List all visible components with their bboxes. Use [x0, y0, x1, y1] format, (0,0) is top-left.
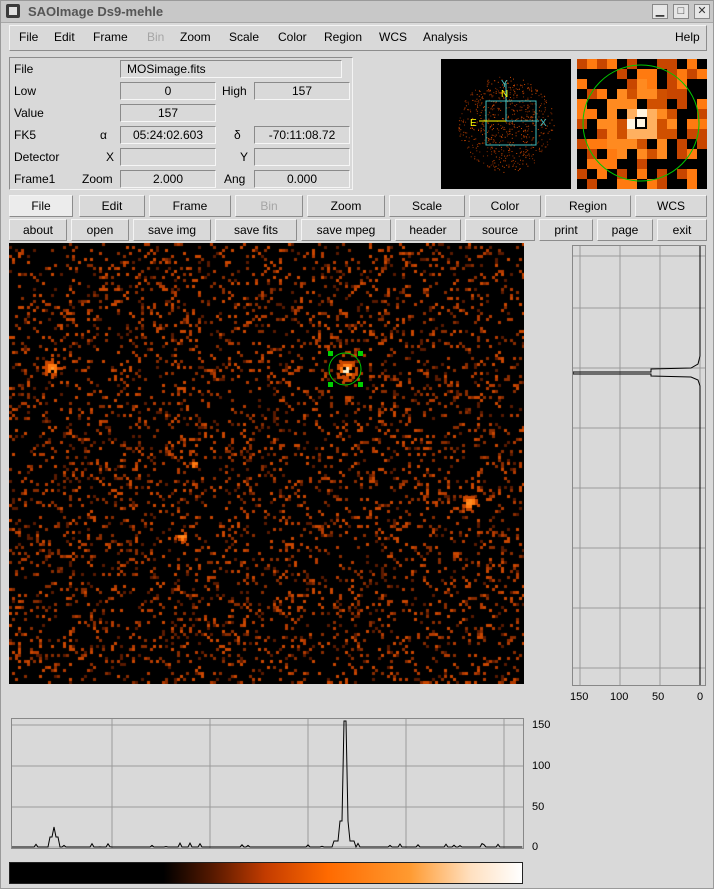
magnifier [577, 59, 707, 189]
vgraph-tick: 100 [610, 691, 629, 703]
menu-frame[interactable]: Frame [93, 30, 128, 44]
vertical-cut-line [572, 246, 701, 685]
button-bar-bottom: about open save img save fits save mpeg … [9, 219, 707, 241]
button-scale[interactable]: Scale [389, 195, 465, 217]
panner-y-label: Y [501, 79, 508, 90]
high-field: 157 [254, 82, 350, 100]
menu-zoom[interactable]: Zoom [180, 30, 211, 44]
image-canvas[interactable] [9, 243, 524, 684]
menu-bar: File Edit Frame Bin Zoom Scale Color Reg… [9, 25, 707, 51]
low-field: 0 [120, 82, 216, 100]
button-open[interactable]: open [71, 219, 129, 241]
region-circle[interactable] [328, 352, 362, 386]
zoom-field: 2.000 [120, 170, 216, 188]
panner-north-label: N [501, 89, 508, 100]
hgraph-tick: 0 [532, 841, 539, 853]
menu-region[interactable]: Region [324, 30, 362, 44]
magnifier-image [577, 59, 707, 189]
delta-field: -70:11:08.72 [254, 126, 350, 144]
info-panel: File MOSimage.fits Low 0 High 157 Value … [9, 57, 353, 190]
button-zoom[interactable]: Zoom [307, 195, 385, 217]
frame-label: Frame1 [14, 172, 56, 186]
region-handle[interactable] [358, 382, 363, 387]
button-header[interactable]: header [395, 219, 461, 241]
button-frame[interactable]: Frame [149, 195, 231, 217]
value-field: 157 [120, 104, 216, 122]
fk5-label: FK5 [14, 128, 37, 142]
button-exit[interactable]: exit [657, 219, 707, 241]
vgraph-tick: 50 [652, 691, 665, 703]
panner-x-label: X [540, 118, 547, 129]
region-handle[interactable] [328, 382, 333, 387]
button-about[interactable]: about [9, 219, 67, 241]
menu-bin[interactable]: Bin [147, 30, 164, 44]
button-file[interactable]: File [9, 195, 73, 217]
value-label: Value [14, 106, 44, 120]
ang-label: Ang [224, 172, 246, 186]
vgraph-tick: 0 [697, 691, 704, 703]
button-save-mpeg[interactable]: save mpeg [301, 219, 391, 241]
button-save-fits[interactable]: save fits [215, 219, 297, 241]
window-title: SAOImage Ds9-mehle [28, 4, 164, 19]
button-edit[interactable]: Edit [79, 195, 145, 217]
panner-view-box[interactable] [485, 100, 537, 146]
horizontal-graph-plot [12, 719, 523, 849]
title-bar[interactable]: SAOImage Ds9-mehle ▁ □ ✕ [1, 1, 713, 23]
delta-label: δ [234, 128, 241, 142]
y-label: Y [240, 150, 249, 164]
maximize-button[interactable]: □ [673, 4, 689, 19]
menu-edit[interactable]: Edit [54, 30, 75, 44]
panner-image: N E X Y [458, 76, 555, 173]
vertical-graph [572, 245, 706, 686]
menu-scale[interactable]: Scale [229, 30, 259, 44]
app-icon[interactable] [6, 4, 20, 18]
vertical-graph-plot [572, 246, 705, 685]
region-handle[interactable] [328, 351, 333, 356]
button-bar-top: File Edit Frame Bin Zoom Scale Color Reg… [9, 195, 707, 217]
panner[interactable]: N E X Y [441, 59, 571, 189]
low-label: Low [14, 84, 37, 98]
button-color[interactable]: Color [469, 195, 541, 217]
button-save-img[interactable]: save img [133, 219, 211, 241]
horizontal-cut-line [12, 720, 522, 849]
alpha-label: α [100, 128, 107, 142]
file-label: File [14, 62, 34, 76]
menu-analysis[interactable]: Analysis [423, 30, 468, 44]
x-label: X [106, 150, 115, 164]
menu-wcs[interactable]: WCS [379, 30, 407, 44]
alpha-field: 05:24:02.603 [120, 126, 216, 144]
minimize-button[interactable]: ▁ [652, 4, 668, 19]
x-field [120, 148, 216, 166]
hgraph-tick: 100 [532, 760, 551, 772]
vgraph-tick: 150 [570, 691, 589, 703]
button-wcs[interactable]: WCS [635, 195, 707, 217]
zoom-label: Zoom [82, 172, 113, 186]
ds9-window: SAOImage Ds9-mehle ▁ □ ✕ File Edit Frame… [0, 0, 714, 889]
panner-east-label: E [470, 118, 477, 129]
close-button[interactable]: ✕ [694, 4, 710, 19]
button-page[interactable]: page [597, 219, 653, 241]
ang-field: 0.000 [254, 170, 350, 188]
menu-color[interactable]: Color [278, 30, 307, 44]
button-source[interactable]: source [465, 219, 535, 241]
region-handle[interactable] [358, 351, 363, 356]
detector-label: Detector [14, 150, 60, 164]
file-field: MOSimage.fits [120, 60, 342, 78]
button-bin[interactable]: Bin [235, 195, 303, 217]
hgraph-tick: 50 [532, 801, 545, 813]
y-field [254, 148, 350, 166]
button-region[interactable]: Region [545, 195, 631, 217]
region-overlay [328, 351, 363, 387]
colorbar[interactable] [9, 862, 523, 884]
button-print[interactable]: print [539, 219, 593, 241]
menu-help[interactable]: Help [675, 30, 700, 44]
hgraph-tick: 150 [532, 719, 551, 731]
menu-file[interactable]: File [19, 30, 38, 44]
horizontal-graph [11, 718, 524, 849]
high-label: High [222, 84, 247, 98]
